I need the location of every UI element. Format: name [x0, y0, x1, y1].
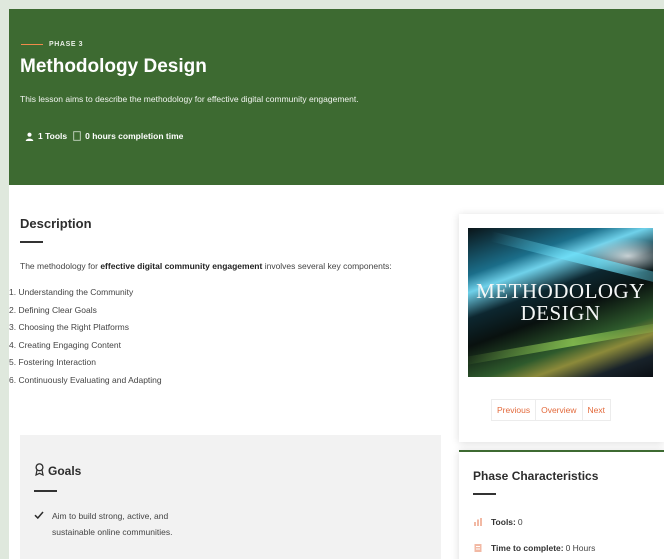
completion-time: 0 hours completion time [85, 131, 184, 141]
phase-accent-line [21, 44, 43, 45]
goal-text: Aim to build strong, active, and sustain… [52, 511, 173, 537]
list-item: 5. Fostering Interaction [9, 357, 96, 367]
list-item: 3. Choosing the Right Platforms [9, 322, 130, 332]
tools-label: Tools: [491, 517, 516, 527]
time-icon [474, 544, 482, 552]
list-item: 2. Defining Clear Goals [9, 304, 97, 315]
phase-eyebrow: PHASE 3 [21, 41, 83, 48]
goals-title: Goals [48, 464, 82, 478]
intro-bold: effective digital community engagement [100, 261, 263, 271]
tools-icon [474, 518, 482, 526]
list-item: 1. Understanding the Community [9, 287, 134, 297]
page-title: Methodology Design [20, 56, 207, 77]
phase-label: PHASE 3 [49, 41, 84, 48]
cover-title-line2: DESIGN [520, 301, 601, 325]
list-item: 6. Continuously Evaluating and Adapting [9, 374, 162, 385]
intro-prefix: The methodology for [20, 261, 101, 271]
user-icon [25, 132, 34, 141]
check-icon [34, 511, 44, 520]
methodology-steps-list: 1. Understanding the Community 2. Defini… [9, 286, 162, 391]
overview-button[interactable]: Overview [536, 400, 583, 420]
goals-panel: Goals Aim to build strong, active, and s… [20, 435, 441, 559]
time-value: 0 Hours [565, 543, 596, 553]
page-description: This lesson aims to describe the methodo… [20, 94, 359, 104]
description-intro: The methodology for effective digital co… [20, 261, 392, 271]
hero-banner: PHASE 3 Methodology Design This lesson a… [9, 9, 664, 185]
cover-title-line1: METHODOLOGY [476, 279, 645, 303]
tools-row: Tools: 0 [473, 517, 523, 527]
next-button[interactable]: Next [582, 400, 610, 420]
cover-image-title: METHODOLOGY DESIGN [468, 280, 653, 324]
goal-item: Aim to build strong, active, and sustain… [34, 508, 202, 540]
lesson-pager: Previous Overview Next [491, 399, 611, 421]
lesson-cover-image: METHODOLOGY DESIGN [468, 228, 653, 377]
description-divider [20, 241, 43, 243]
lesson-page: PHASE 3 Methodology Design This lesson a… [9, 9, 664, 559]
phase-characteristics-divider [473, 493, 496, 495]
lesson-meta: 1 Tools 0 hours completion time [25, 131, 183, 141]
lesson-card: METHODOLOGY DESIGN Previous Overview Nex… [459, 214, 664, 442]
intro-suffix: involves several key components: [262, 261, 392, 271]
description-heading: Description [20, 216, 92, 231]
previous-button[interactable]: Previous [492, 400, 537, 420]
bookmark-icon [73, 131, 81, 141]
goals-heading: Goals [34, 463, 81, 479]
phase-characteristics-card: Phase Characteristics Tools: 0 Time to c… [459, 450, 664, 559]
goals-divider [34, 490, 57, 492]
tools-value: 0 [517, 517, 523, 527]
phase-characteristics-heading: Phase Characteristics [473, 469, 599, 483]
tools-count: 1 Tools [38, 131, 68, 141]
time-label: Time to complete: [491, 543, 564, 553]
award-icon [34, 463, 45, 479]
list-item: 4. Creating Engaging Content [9, 339, 121, 350]
time-row: Time to complete: 0 Hours [473, 543, 595, 553]
